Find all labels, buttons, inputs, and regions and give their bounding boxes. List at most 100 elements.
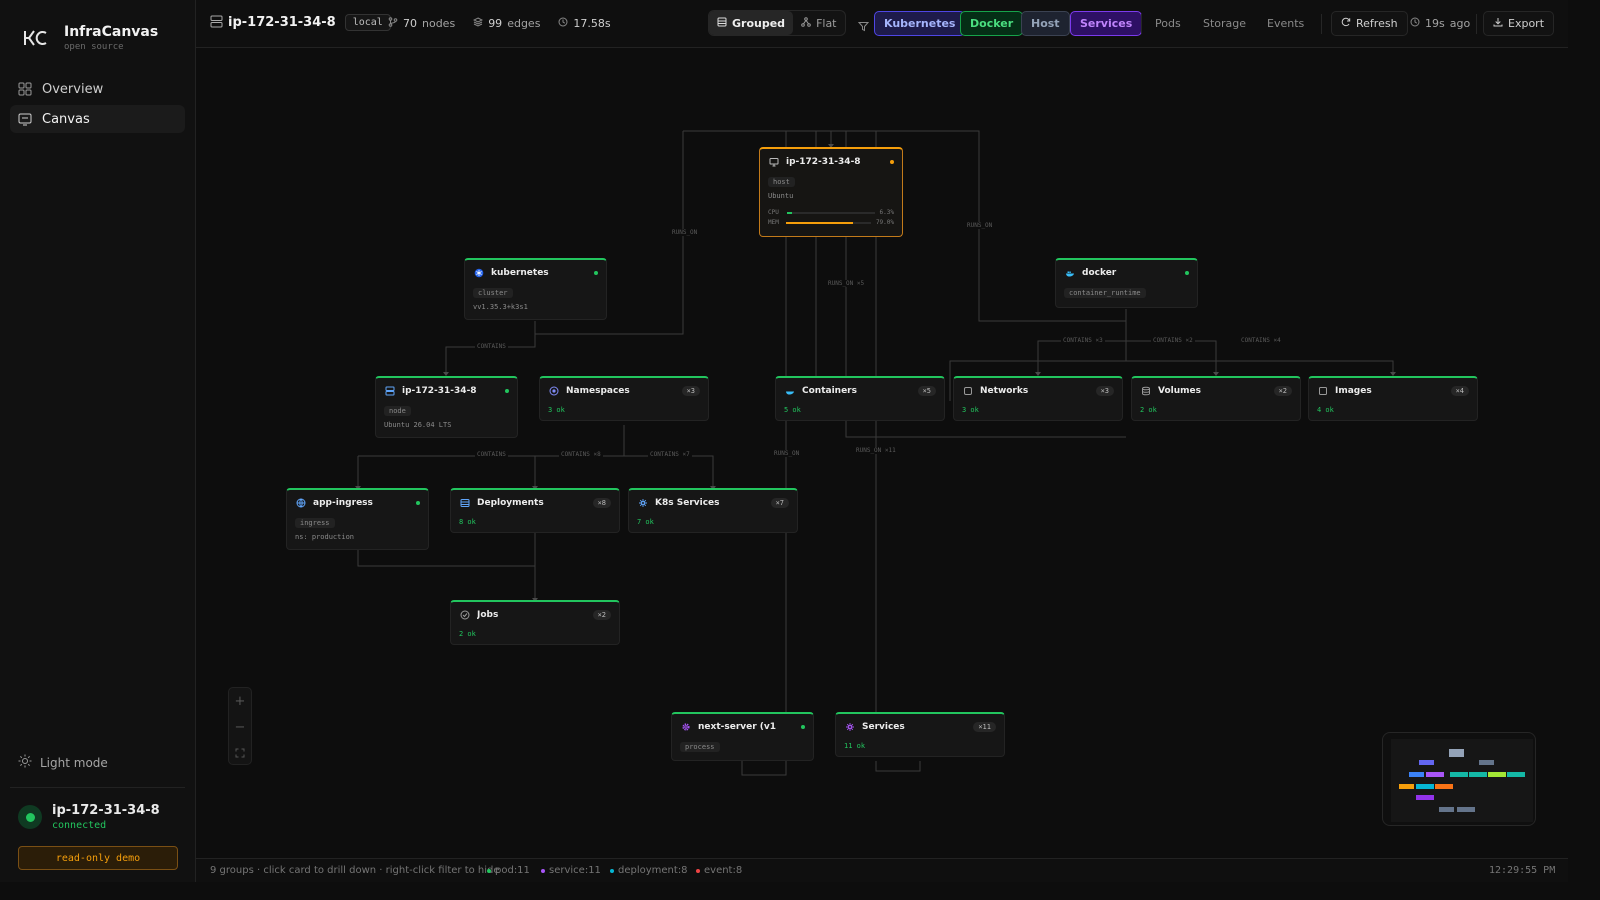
node-title: Images [1335,386,1372,396]
filter-kubernetes[interactable]: Kubernetes [874,11,966,36]
brand-subtitle: open source [64,42,124,52]
zoom-out-icon[interactable]: − [229,714,251,740]
minimap[interactable] [1382,732,1536,826]
node-title: Networks [980,386,1029,396]
status-dot [505,389,509,393]
logo[interactable]: InfraCanvas open source [22,24,158,52]
edge-label: CONTAINS ×7 [648,451,692,458]
node-tag: node [384,406,411,416]
node-ok: 4 ok [1317,406,1334,414]
node-count: ×4 [1450,386,1469,396]
minimap-node [1449,749,1464,757]
scan-duration: 17.58s [573,17,611,30]
node-subtitle: vv1.35.3+k3s1 [473,303,528,311]
node-k8s-node[interactable]: ip-172-31-34-8 node Ubuntu 26.04 LTS [375,376,518,438]
env-badge: local [344,14,391,31]
divider [1141,14,1142,34]
node-subtitle: Ubuntu 26.04 LTS [384,421,452,429]
view-grouped-label: Grouped [732,16,786,30]
link-pods[interactable]: Pods [1155,17,1181,30]
edge-label: CONTAINS [475,451,508,458]
node-count: ×8 [592,498,611,508]
fit-view-icon[interactable] [229,740,251,766]
image-icon [1317,386,1328,397]
edge-line [741,761,787,776]
nodes-count: 70 [403,17,417,30]
minimap-node [1479,760,1494,765]
graph-canvas[interactable]: RUNS_ON RUNS_ON RUNS_ON ×5 RUNS_ON RUNS_… [196,49,1568,859]
filter-host[interactable]: Host [1021,11,1070,36]
host-breadcrumb: ip-172-31-34-8 local [210,14,391,31]
legend-label: event:8 [704,865,743,876]
edge-label: CONTAINS ×8 [559,451,603,458]
node-title: Jobs [477,610,499,620]
edge-label: RUNS_ON [772,450,802,457]
edge-label: CONTAINS [475,343,508,350]
node-tag: ingress [295,518,335,528]
services-icon [844,722,855,733]
monitor-icon [768,157,779,168]
node-namespaces[interactable]: Namespaces ×3 3 ok [539,376,709,421]
node-ingress[interactable]: app-ingress ingress ns: production [286,488,429,550]
container-icon [784,386,795,397]
divider [1321,14,1322,34]
status-dot [1185,271,1189,275]
minimap-node [1507,772,1525,777]
node-title: app-ingress [313,498,373,508]
node-docker[interactable]: docker container_runtime [1055,258,1198,308]
node-title: Namespaces [566,386,630,396]
view-flat-button[interactable]: Flat [793,11,844,35]
connection-host: ip-172-31-34-8 [52,803,160,818]
node-volumes[interactable]: Volumes ×2 2 ok [1131,376,1301,421]
node-containers[interactable]: Containers ×5 5 ok [775,376,945,421]
minimap-node [1419,760,1434,765]
refresh-button[interactable]: Refresh [1331,11,1408,36]
link-events[interactable]: Events [1267,17,1304,30]
minimap-node [1416,784,1434,789]
node-host[interactable]: ip-172-31-34-8 host Ubuntu CPU 6.3% MEM … [759,147,903,237]
edge-line [875,761,921,772]
filter-services[interactable]: Services [1070,11,1143,36]
server-icon [384,386,395,397]
node-title: docker [1082,268,1117,278]
legend-label: pod:11 [495,865,530,876]
link-storage[interactable]: Storage [1203,17,1246,30]
cpu-value: 6.3% [879,209,894,216]
database-icon [1140,386,1151,397]
minimap-node [1439,807,1454,812]
filter-docker[interactable]: Docker [960,11,1024,36]
node-jobs[interactable]: Jobs ×2 2 ok [450,600,620,645]
node-images[interactable]: Images ×4 4 ok [1308,376,1478,421]
node-deployments[interactable]: Deployments ×8 8 ok [450,488,620,533]
legend-dot [487,868,491,873]
light-mode-label: Light mode [40,755,108,770]
nodes-label: nodes [422,17,456,30]
light-mode-toggle[interactable]: Light mode [18,754,108,771]
node-networks[interactable]: Networks ×3 3 ok [953,376,1123,421]
edge-label: RUNS_ON [965,222,995,229]
node-k8s-services[interactable]: K8s Services ×7 7 ok [628,488,798,533]
layers-icon [473,17,484,30]
node-count: ×11 [973,722,996,732]
edge-label: RUNS_ON ×11 [854,447,898,454]
edge-label: CONTAINS ×3 [1061,337,1105,344]
updated-suffix: ago [1449,17,1471,30]
app-root: InfraCanvas open source Overview Canvas … [0,0,1568,882]
filter-icon [857,17,870,36]
export-button[interactable]: Export [1483,11,1555,36]
view-grouped-button[interactable]: Grouped [709,11,794,35]
node-ok: 11 ok [844,742,866,750]
graph-stats: 70 nodes 99 edges 17.58s [388,17,611,30]
node-process[interactable]: next-server (v1 process [671,712,814,761]
minimap-node [1399,784,1414,789]
minimap-node [1488,772,1506,777]
node-kubernetes[interactable]: kubernetes cluster vv1.35.3+k3s1 [464,258,607,320]
nav-item-canvas[interactable]: Canvas [10,105,185,133]
node-services[interactable]: Services ×11 11 ok [835,712,1005,757]
zoom-in-icon[interactable]: + [229,688,251,714]
edge-line [1126,340,1217,375]
edge-label: CONTAINS ×4 [1239,337,1283,344]
nav-item-overview[interactable]: Overview [10,75,185,103]
cpu-fill [786,211,793,214]
node-subtitle: Ubuntu [768,192,794,200]
